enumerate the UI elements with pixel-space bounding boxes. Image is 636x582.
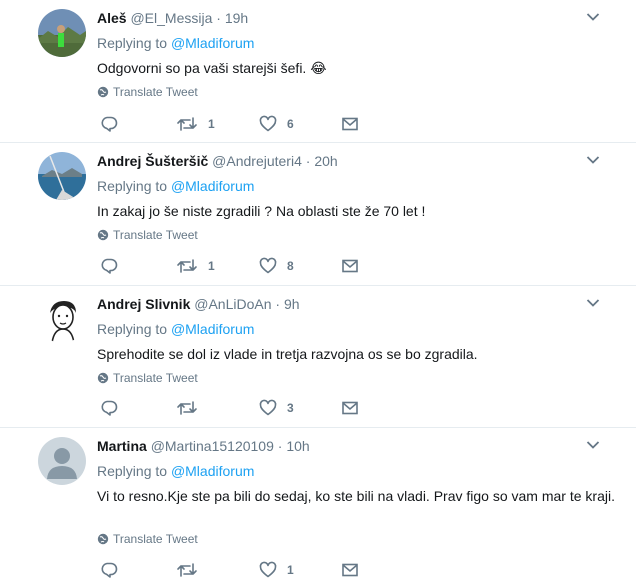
like-button[interactable]: 3 [259,399,294,417]
replying-to-label: Replying to [97,35,168,51]
tweet-time[interactable]: 20h [314,153,337,169]
replying-to: Replying to @Mladiforum [97,177,254,195]
reply-button[interactable] [100,561,118,579]
globe-icon [97,229,109,241]
like-count: 3 [287,401,294,415]
author-handle[interactable]: @El_Messija [130,10,212,26]
avatar[interactable] [38,9,86,57]
tweet-header: Martina @Martina15120109 · 10h [97,437,310,455]
like-count: 8 [287,259,294,273]
direct-message-button[interactable] [341,115,359,133]
tweet[interactable]: Aleš @El_Messija · 19h Replying to @Mlad… [0,0,636,143]
retweet-icon [176,257,198,275]
retweet-button[interactable] [176,561,208,579]
heart-icon [259,399,277,417]
replying-to-label: Replying to [97,178,168,194]
author-name[interactable]: Andrej Slivnik [97,296,190,312]
retweet-button[interactable]: 1 [176,115,215,133]
like-button[interactable]: 6 [259,115,294,133]
tweet-header: Andrej Šušteršič @Andrejuteri4 · 20h [97,152,338,170]
reply-button[interactable] [100,115,118,133]
separator-dot: · [275,296,281,312]
translate-label: Translate Tweet [113,532,198,546]
author-handle[interactable]: @Andrejuteri4 [212,153,302,169]
retweet-icon [176,115,198,133]
author-name[interactable]: Aleš [97,10,127,26]
chevron-down-icon[interactable] [586,298,600,308]
reply-button[interactable] [100,257,118,275]
heart-icon [259,561,277,579]
avatar[interactable] [38,295,86,343]
replying-to: Replying to @Mladiforum [97,462,254,480]
tweet-time[interactable]: 10h [286,438,309,454]
chevron-down-icon[interactable] [586,440,600,450]
tweet-text: Odgovorni so pa vaši starejši šefi. 😂 [97,60,327,76]
replying-to: Replying to @Mladiforum [97,320,254,338]
reply-button[interactable] [100,399,118,417]
retweet-count: 1 [208,117,215,131]
envelope-icon [341,399,359,417]
tweet-text: Sprehodite se dol iz vlade in tretja raz… [97,346,478,362]
globe-icon [97,372,109,384]
envelope-icon [341,561,359,579]
direct-message-button[interactable] [341,561,359,579]
tweet[interactable]: Andrej Šušteršič @Andrejuteri4 · 20h Rep… [0,143,636,286]
retweet-button[interactable]: 1 [176,257,215,275]
reply-icon [100,115,118,133]
direct-message-button[interactable] [341,399,359,417]
avatar[interactable] [38,152,86,200]
tweet-header: Aleš @El_Messija · 19h [97,9,248,27]
replying-to: Replying to @Mladiforum [97,34,254,52]
translate-tweet-link[interactable]: Translate Tweet [97,531,198,547]
envelope-icon [341,115,359,133]
author-handle[interactable]: @AnLiDoAn [194,296,271,312]
reply-icon [100,561,118,579]
heart-icon [259,115,277,133]
avatar[interactable] [38,437,86,485]
author-name[interactable]: Andrej Šušteršič [97,153,208,169]
chevron-down-icon[interactable] [586,155,600,165]
retweet-icon [176,561,198,579]
like-button[interactable]: 1 [259,561,294,579]
replying-to-link[interactable]: @Mladiforum [171,35,254,51]
translate-tweet-link[interactable]: Translate Tweet [97,227,198,243]
author-handle[interactable]: @Martina15120109 [151,438,274,454]
direct-message-button[interactable] [341,257,359,275]
tweet-text: Vi to resno.Kje ste pa bili do sedaj, ko… [97,488,615,504]
translate-label: Translate Tweet [113,228,198,242]
replying-to-label: Replying to [97,463,168,479]
like-button[interactable]: 8 [259,257,294,275]
separator-dot: · [216,10,221,26]
globe-icon [97,86,109,98]
tweet-header: Andrej Slivnik @AnLiDoAn · 9h [97,295,300,313]
like-count: 1 [287,563,294,577]
translate-tweet-link[interactable]: Translate Tweet [97,370,198,386]
tweet-time[interactable]: 9h [284,296,300,312]
reply-icon [100,257,118,275]
replying-to-link[interactable]: @Mladiforum [171,321,254,337]
separator-dot: · [277,438,283,454]
replying-to-link[interactable]: @Mladiforum [171,463,254,479]
author-name[interactable]: Martina [97,438,147,454]
replying-to-link[interactable]: @Mladiforum [171,178,254,194]
like-count: 6 [287,117,294,131]
retweet-icon [176,399,198,417]
reply-icon [100,399,118,417]
translate-tweet-link[interactable]: Translate Tweet [97,84,198,100]
tweet[interactable]: Andrej Slivnik @AnLiDoAn · 9h Replying t… [0,286,636,428]
tweet-text: In zakaj jo še niste zgradili ? Na oblas… [97,203,426,219]
chevron-down-icon[interactable] [586,12,600,22]
heart-icon [259,257,277,275]
envelope-icon [341,257,359,275]
tweet-time[interactable]: 19h [225,10,248,26]
replying-to-label: Replying to [97,321,168,337]
tweet[interactable]: Martina @Martina15120109 · 10h Replying … [0,428,636,582]
retweet-button[interactable] [176,399,208,417]
translate-label: Translate Tweet [113,371,198,385]
globe-icon [97,533,109,545]
separator-dot: · [305,153,311,169]
retweet-count: 1 [208,259,215,273]
translate-label: Translate Tweet [113,85,198,99]
